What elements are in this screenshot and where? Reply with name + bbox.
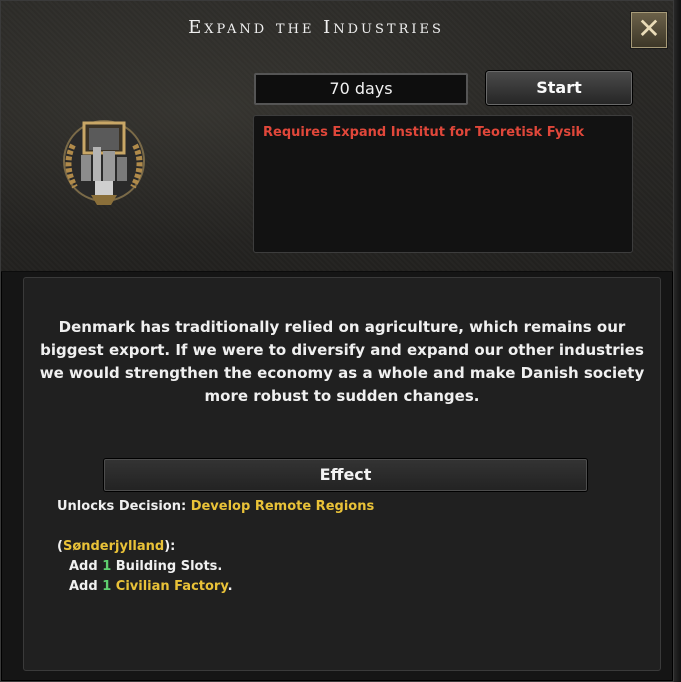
add-building-slots-line: Add 1 Building Slots.: [57, 557, 374, 577]
add-label: Add: [69, 579, 103, 594]
unlocks-decision-line: Unlocks Decision: Develop Remote Regions: [57, 497, 374, 517]
requirements-box: Requires Expand Institut for Teoretisk F…: [253, 115, 633, 253]
close-icon: ✕: [637, 12, 661, 45]
duration-display: 70 days: [254, 73, 468, 105]
civilian-factory-amount: 1: [102, 579, 112, 594]
state-scope-line: (Sønderjylland):: [57, 537, 374, 557]
decision-window: Expand the Industries ✕ 70 days Start Re…: [0, 0, 674, 682]
building-slots-amount: 1: [102, 559, 112, 574]
description-panel: Denmark has traditionally relied on agri…: [23, 277, 661, 671]
building-slots-text: Building Slots.: [111, 559, 223, 574]
description-line: more robust to sudden changes.: [204, 387, 480, 405]
description-line: Denmark has traditionally relied on agri…: [58, 318, 626, 336]
close-button[interactable]: ✕: [631, 12, 667, 48]
industry-emblem-icon: [51, 115, 157, 211]
state-close-paren: ):: [164, 539, 176, 554]
unlocks-label: Unlocks Decision:: [57, 499, 191, 514]
start-button[interactable]: Start: [486, 71, 632, 105]
window-title: Expand the Industries: [188, 17, 444, 38]
state-name-link[interactable]: Sønderjylland: [63, 539, 164, 554]
description-line: biggest export. If we were to diversify …: [40, 341, 644, 359]
effect-header: Effect: [104, 459, 587, 491]
requirement-text: Requires Expand Institut for Teoretisk F…: [263, 125, 585, 140]
period: .: [227, 579, 233, 594]
description-line: we would strengthen the economy as a who…: [39, 364, 645, 382]
add-civilian-factory-line: Add 1 Civilian Factory.: [57, 577, 374, 597]
background-strip: [673, 0, 681, 682]
unlocked-decision-link[interactable]: Develop Remote Regions: [191, 499, 375, 514]
effect-list: Unlocks Decision: Develop Remote Regions…: [57, 497, 374, 597]
decision-description: Denmark has traditionally relied on agri…: [24, 316, 660, 408]
add-label: Add: [69, 559, 103, 574]
window-header: Expand the Industries ✕ 70 days Start Re…: [1, 1, 673, 272]
civilian-factory-link[interactable]: Civilian Factory: [116, 579, 228, 594]
